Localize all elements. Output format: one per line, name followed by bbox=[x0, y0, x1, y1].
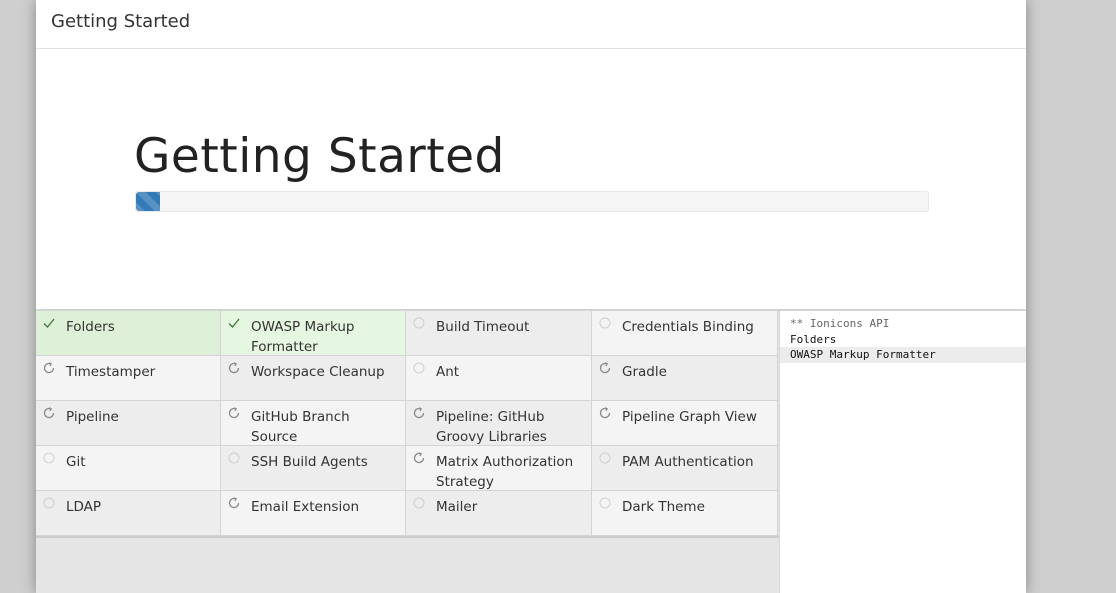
plugin-name: LDAP bbox=[66, 499, 102, 515]
plugin-item: Folders bbox=[36, 311, 221, 356]
circle-icon bbox=[413, 362, 425, 374]
plugin-item: Gradle bbox=[592, 356, 778, 401]
plugin-name: Gradle bbox=[622, 364, 667, 380]
check-icon bbox=[43, 317, 55, 329]
dialog-title: Getting Started bbox=[51, 11, 191, 32]
circle-icon bbox=[413, 497, 425, 509]
plugin-item: SSH Build Agents bbox=[221, 446, 406, 491]
circle-icon bbox=[228, 452, 240, 464]
hero-panel: Getting Started bbox=[36, 49, 1026, 309]
plugin-item: Timestamper bbox=[36, 356, 221, 401]
refresh-icon bbox=[228, 407, 240, 419]
check-icon bbox=[228, 317, 240, 329]
plugin-name: Ant bbox=[436, 364, 460, 380]
plugin-name: Pipeline: GitHub Groovy Libraries bbox=[436, 409, 547, 445]
circle-icon bbox=[599, 497, 611, 509]
plugin-name: Workspace Cleanup bbox=[251, 364, 385, 380]
plugin-name: Folders bbox=[66, 319, 115, 335]
dialog-header: Getting Started bbox=[36, 0, 1026, 49]
plugin-name: Email Extension bbox=[251, 499, 360, 515]
plugin-name: OWASP Markup Formatter bbox=[251, 319, 355, 355]
plugin-name: Build Timeout bbox=[436, 319, 530, 335]
setup-wizard-dialog: Getting Started Getting Started Folders O… bbox=[36, 0, 1026, 593]
circle-icon bbox=[599, 317, 611, 329]
plugin-name: Git bbox=[66, 454, 86, 470]
circle-icon bbox=[43, 497, 55, 509]
plugin-item: Pipeline: GitHub Groovy Libraries bbox=[406, 401, 592, 446]
plugin-name: GitHub Branch Source bbox=[251, 409, 350, 445]
plugin-item: Pipeline Graph View bbox=[592, 401, 778, 446]
plugin-name: Pipeline bbox=[66, 409, 119, 425]
refresh-icon bbox=[413, 452, 425, 464]
plugin-item: Dark Theme bbox=[592, 491, 778, 536]
install-progress-bar bbox=[135, 191, 929, 212]
log-line: ** Ionicons API bbox=[790, 317, 890, 330]
plugin-item: Ant bbox=[406, 356, 592, 401]
plugin-item: Email Extension bbox=[221, 491, 406, 536]
refresh-icon bbox=[228, 362, 240, 374]
plugin-name: Credentials Binding bbox=[622, 319, 754, 335]
plugin-name: SSH Build Agents bbox=[251, 454, 368, 470]
plugin-item: Build Timeout bbox=[406, 311, 592, 356]
plugin-item: Mailer bbox=[406, 491, 592, 536]
plugin-name: PAM Authentication bbox=[622, 454, 754, 470]
refresh-icon bbox=[228, 497, 240, 509]
plugin-item: Pipeline bbox=[36, 401, 221, 446]
log-line: OWASP Markup Formatter bbox=[780, 347, 1026, 363]
install-progress-fill bbox=[136, 192, 160, 211]
install-log-panel[interactable]: ** Ionicons API Folders OWASP Markup Forma… bbox=[779, 311, 1026, 593]
refresh-icon bbox=[43, 362, 55, 374]
plugin-item: Git bbox=[36, 446, 221, 491]
refresh-icon bbox=[413, 407, 425, 419]
plugin-item: Credentials Binding bbox=[592, 311, 778, 356]
circle-icon bbox=[43, 452, 55, 464]
page-title: Getting Started bbox=[134, 129, 505, 184]
circle-icon bbox=[413, 317, 425, 329]
plugin-list: Folders OWASP Markup Formatter Build Timeo… bbox=[36, 311, 779, 538]
circle-icon bbox=[599, 452, 611, 464]
plugin-name: Pipeline Graph View bbox=[622, 409, 757, 425]
log-line: Folders bbox=[790, 332, 837, 346]
plugin-item: Workspace Cleanup bbox=[221, 356, 406, 401]
plugin-item: PAM Authentication bbox=[592, 446, 778, 491]
refresh-icon bbox=[599, 407, 611, 419]
plugin-name: Matrix Authorization Strategy bbox=[436, 454, 574, 490]
plugin-item: OWASP Markup Formatter bbox=[221, 311, 406, 356]
refresh-icon bbox=[43, 407, 55, 419]
plugin-name: Timestamper bbox=[66, 364, 156, 380]
plugin-item: GitHub Branch Source bbox=[221, 401, 406, 446]
plugin-item: LDAP bbox=[36, 491, 221, 536]
refresh-icon bbox=[599, 362, 611, 374]
plugin-name: Dark Theme bbox=[622, 499, 705, 515]
plugin-item: Matrix Authorization Strategy bbox=[406, 446, 592, 491]
plugin-name: Mailer bbox=[436, 499, 478, 515]
